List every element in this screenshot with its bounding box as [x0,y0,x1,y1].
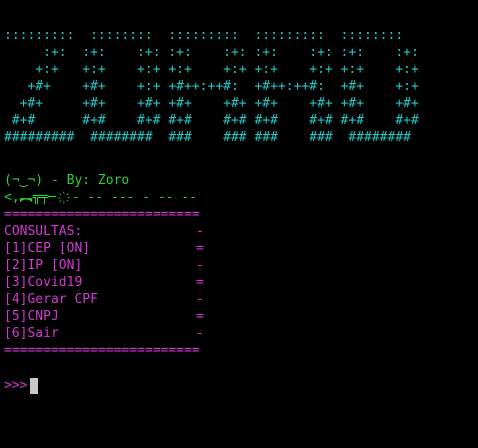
menu-option-ip[interactable]: [2]IP [ON] - [4,257,474,274]
menu-option-sair[interactable]: [6]Sair - [4,325,474,342]
menu-divider-bottom: ========================= [4,343,200,358]
terminal-window: ::::::::: :::::::: ::::::::: ::::::::: :… [4,27,474,394]
menu-divider-top: ========================= [4,207,200,222]
menu-option-mark: = [196,309,204,324]
banner-line: :+: :+: :+: :+: :+: :+: :+: :+: :+: [4,45,419,60]
menu-block: ========================= CONSULTAS: - [… [4,206,474,359]
menu-option-label: [4]Gerar CPF [4,292,98,307]
menu-option-gerar-cpf[interactable]: [4]Gerar CPF - [4,291,474,308]
banner-line: ######### ######## ### ### ### ### #####… [4,130,411,145]
banner-ascii-art: ::::::::: :::::::: ::::::::: ::::::::: :… [4,27,474,146]
banner-line: #+# #+# #+# #+# #+# #+# #+# #+# #+# [4,113,419,128]
text-cursor[interactable] [30,377,39,394]
menu-option-label: [1]CEP [ON] [4,241,91,256]
banner-line: +:+ +:+ +:+ +:+ +:+ +:+ +:+ +:+ +:+ [4,62,419,77]
menu-title: CONSULTAS: [4,224,83,239]
menu-option-mark: - [196,326,204,341]
menu-option-mark: = [196,241,204,256]
author-signature: (¬‿¬) - By: Zoro [4,173,130,188]
menu-option-mark: - [196,258,204,273]
menu-option-label: [5]CNPJ [4,309,59,324]
prompt-symbol: >>> [4,378,28,393]
menu-option-cnpj[interactable]: [5]CNPJ = [4,308,474,325]
banner-line: ::::::::: :::::::: ::::::::: ::::::::: :… [4,28,404,43]
menu-option-label: [6]Sair [4,326,59,341]
banner-line: +#+ +#+ +:+ +#++:++#: +#++:++#: +#+ +:+ [4,79,419,94]
menu-option-mark: - [196,292,204,307]
menu-title-row: CONSULTAS: - [4,223,474,240]
weapon-art-line: <,︻╦╤─ ҉ - -- --- - -- -- [4,190,197,205]
command-prompt[interactable]: >>> [4,377,474,394]
menu-title-mark: - [196,224,204,239]
menu-option-label: [3]Covid19 [4,275,83,290]
menu-option-mark: = [196,275,204,290]
menu-option-covid19[interactable]: [3]Covid19 = [4,274,474,291]
banner-line: +#+ +#+ +#+ +#+ +#+ +#+ +#+ +#+ +#+ [4,96,419,111]
menu-option-cep[interactable]: [1]CEP [ON] = [4,240,474,257]
menu-option-label: [2]IP [ON] [4,258,83,273]
